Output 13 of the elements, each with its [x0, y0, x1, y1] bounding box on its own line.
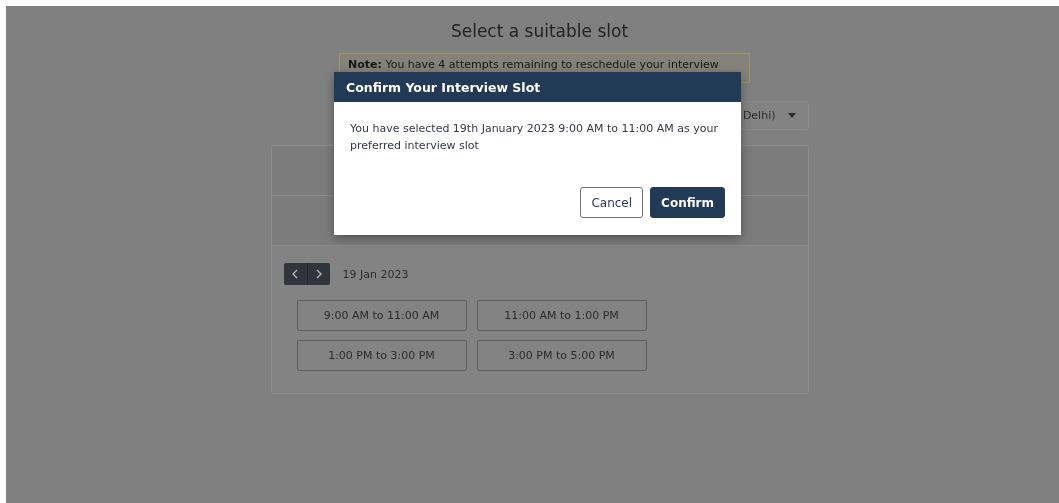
- dialog-title: Confirm Your Interview Slot: [334, 72, 741, 102]
- caret-icon: [787, 113, 796, 118]
- page-title: Select a suitable slot: [450, 21, 629, 41]
- dialog-message: You have selected 19th January 2023 9:00 AM to 11:00 AM as your preferred interview slot: [350, 121, 719, 154]
- chevron-right-icon: [315, 269, 322, 279]
- cancel-button[interactable]: Cancel: [580, 187, 644, 218]
- time-slot-button[interactable]: 1:00 PM to 3:00 PM: [296, 340, 467, 371]
- confirm-button[interactable]: Confirm: [650, 187, 725, 218]
- time-slot-button[interactable]: 3:00 PM to 5:00 PM: [476, 340, 647, 371]
- date-label: 19 Jan 2023: [342, 267, 409, 281]
- chevron-left-icon: [292, 269, 298, 279]
- time-slot-button[interactable]: 11:00 AM to 1:00 PM: [476, 300, 647, 331]
- time-slot-button[interactable]: 9:00 AM to 11:00 AM: [296, 300, 467, 331]
